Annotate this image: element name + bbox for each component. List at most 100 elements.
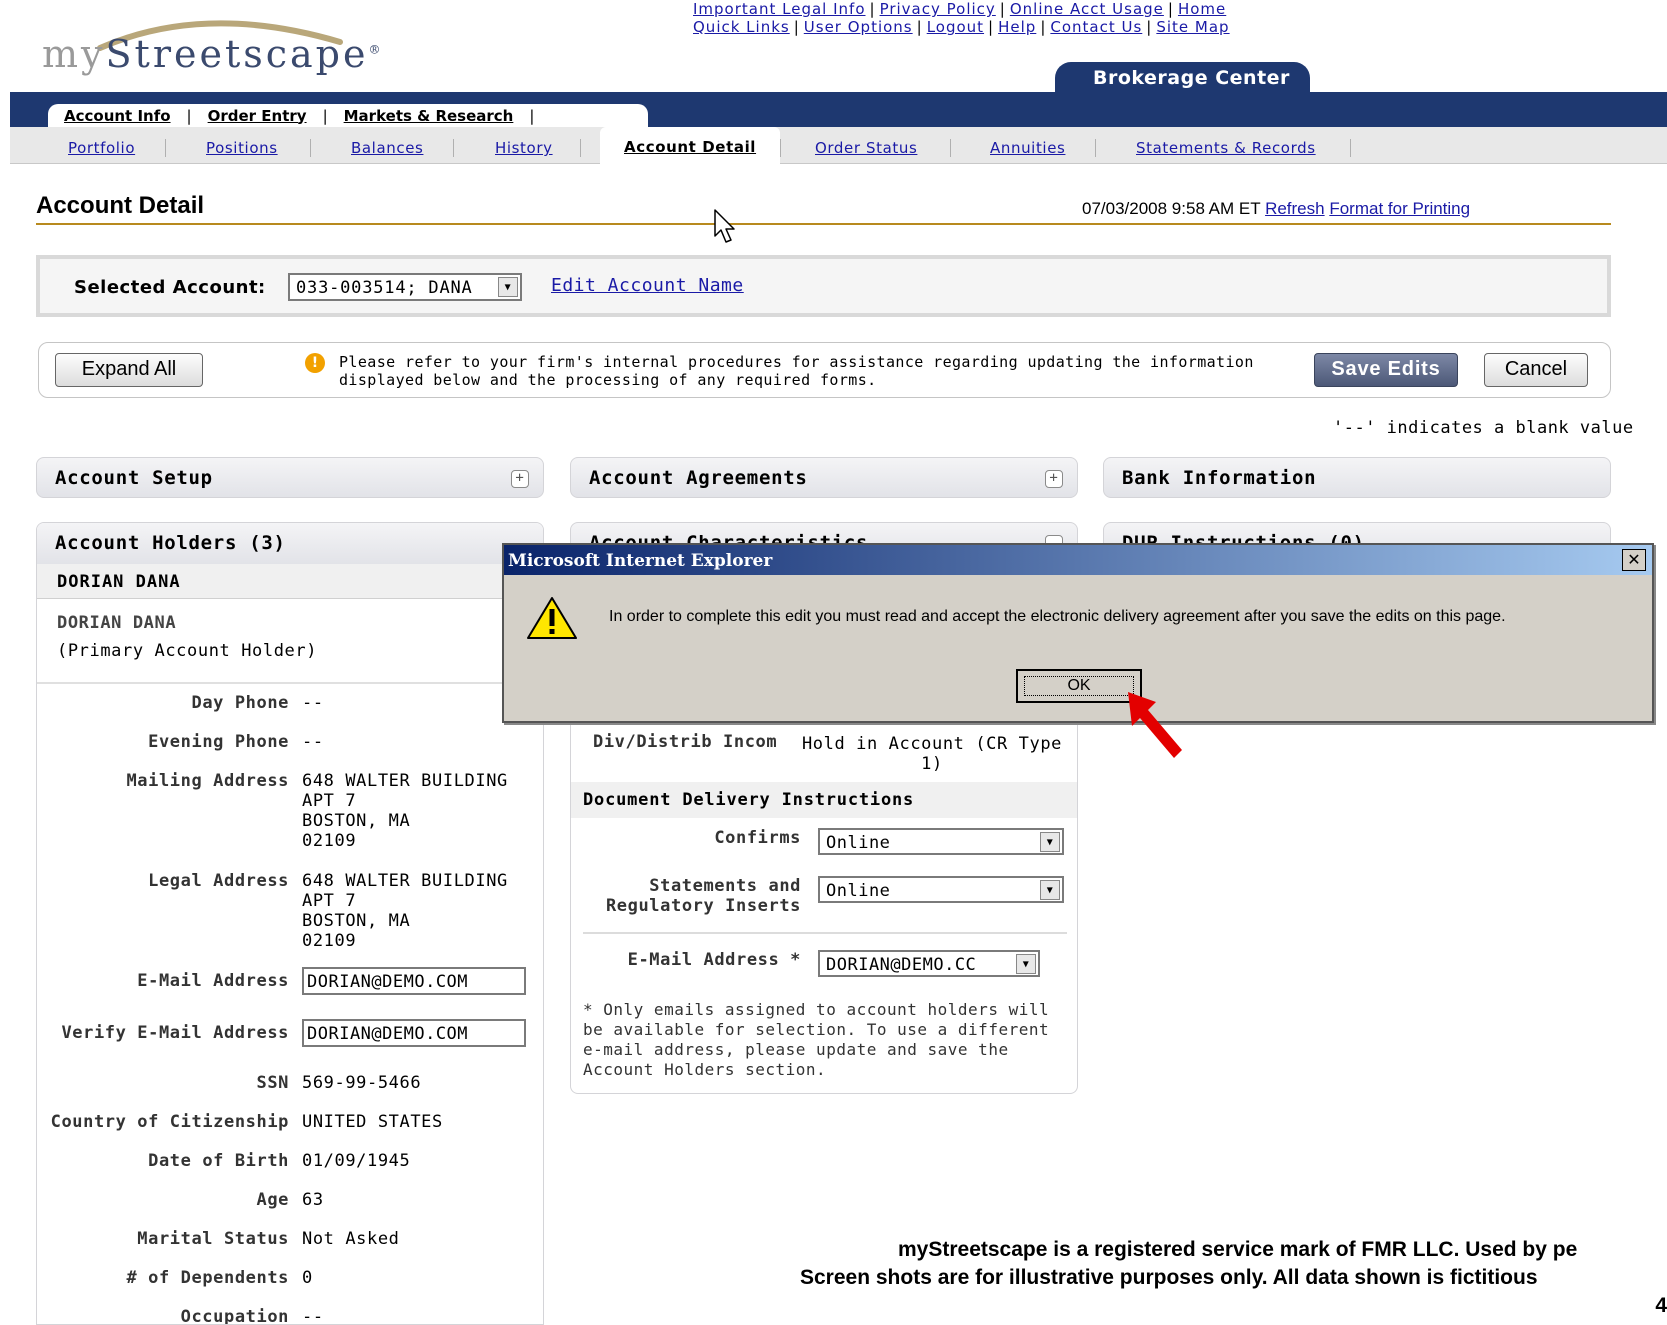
subtab-portfolio[interactable]: Portfolio: [68, 139, 135, 157]
cancel-button[interactable]: Cancel: [1484, 353, 1588, 387]
logo-my: my: [42, 32, 106, 76]
mailing-address-line4: 02109: [302, 831, 357, 851]
chevron-down-icon[interactable]: ▼: [1040, 880, 1060, 900]
expand-plus-icon[interactable]: +: [1045, 470, 1063, 488]
warning-icon: [527, 597, 577, 639]
subtab-history[interactable]: History: [495, 139, 553, 157]
refresh-link[interactable]: Refresh: [1265, 199, 1325, 218]
link-logout[interactable]: Logout: [927, 18, 984, 36]
subtab-positions[interactable]: Positions: [206, 139, 278, 157]
link-home[interactable]: Home: [1178, 0, 1226, 18]
chevron-down-icon[interactable]: ▼: [498, 277, 518, 297]
save-edits-button[interactable]: Save Edits: [1314, 353, 1458, 387]
close-icon[interactable]: ✕: [1622, 549, 1646, 571]
tab-account-info[interactable]: Account Info: [48, 107, 187, 125]
legal-address-value: 648 WALTER BUILDING APT 7 BOSTON, MA 021…: [302, 871, 508, 951]
link-quick-links[interactable]: Quick Links: [693, 18, 790, 36]
subtab-account-detail[interactable]: Account Detail: [600, 127, 781, 164]
age-value: 63: [302, 1190, 324, 1210]
tab-order-entry[interactable]: Order Entry: [192, 107, 323, 125]
edit-instructions: Please refer to your firm's internal pro…: [339, 353, 1254, 389]
mouse-cursor-icon: [714, 209, 735, 243]
link-online-acct-usage[interactable]: Online Acct Usage: [1010, 0, 1164, 18]
holder-name-header[interactable]: DORIAN DANA: [37, 564, 543, 599]
confirms-value: Online: [826, 833, 891, 853]
account-holders-panel: Account Holders (3) DORIAN DANA DORIAN D…: [36, 522, 544, 1325]
legal-address-line3: BOSTON, MA: [302, 911, 411, 931]
dependents-value: 0: [302, 1268, 313, 1288]
occupation-label: Occupation: [180, 1307, 289, 1325]
statements-select[interactable]: Online ▼: [818, 876, 1064, 903]
subnav-divider: [165, 139, 166, 157]
subnav-divider: [580, 139, 581, 157]
bank-information-title: Bank Information: [1122, 467, 1317, 489]
nav-separator: |: [529, 106, 535, 125]
focus-rect: [1024, 676, 1134, 696]
selected-account-select[interactable]: 033-003514; DANA ▼: [288, 273, 522, 301]
verify-email-label: Verify E-Mail Address: [61, 1023, 289, 1043]
dependents-label: # of Dependents: [126, 1268, 289, 1288]
day-phone-value: --: [302, 693, 324, 713]
format-printing-link[interactable]: Format for Printing: [1329, 199, 1470, 218]
confirms-label: Confirms: [714, 828, 801, 848]
logo[interactable]: myStreetscape®: [42, 32, 380, 76]
selected-account-label: Selected Account:: [74, 277, 266, 298]
brokerage-center-tab[interactable]: Brokerage Center: [1055, 62, 1310, 95]
account-agreements-panel[interactable]: Account Agreements +: [570, 457, 1078, 498]
link-privacy-policy[interactable]: Privacy Policy: [880, 0, 996, 18]
sub-nav: Portfolio Positions Balances History Acc…: [10, 127, 1667, 164]
holder-summary: DORIAN DANA (Primary Account Holder): [37, 599, 543, 684]
statements-label: Statements and Regulatory Inserts: [583, 876, 801, 916]
expand-all-button[interactable]: Expand All: [55, 353, 203, 387]
legal-address-line4: 02109: [302, 931, 357, 951]
div-distrib-value: Hold in Account (CR Type 1): [797, 734, 1067, 774]
subtab-order-status[interactable]: Order Status: [815, 139, 917, 157]
edit-account-name-link[interactable]: Edit Account Name: [551, 275, 744, 296]
logo-rest: Streetscape: [105, 32, 369, 76]
selected-account-box: Selected Account: 033-003514; DANA ▼ Edi…: [36, 255, 1611, 317]
edit-bar: Expand All ! Please refer to your firm's…: [38, 342, 1611, 398]
tab-markets-research[interactable]: Markets & Research: [328, 107, 530, 125]
ssn-value: 569-99-5466: [302, 1073, 422, 1093]
link-user-options[interactable]: User Options: [804, 18, 913, 36]
subnav-divider: [1350, 139, 1351, 157]
main-nav-tabs: Account Info | Order Entry | Markets & R…: [48, 104, 648, 127]
legal-address-line2: APT 7: [302, 891, 357, 911]
dob-value: 01/09/1945: [302, 1151, 411, 1171]
email-input[interactable]: DORIAN@DEMO.COM: [302, 967, 526, 995]
ssn-label: SSN: [256, 1073, 289, 1093]
link-help[interactable]: Help: [998, 18, 1036, 36]
subtab-statements-records[interactable]: Statements & Records: [1136, 139, 1316, 157]
chevron-down-icon[interactable]: ▼: [1016, 954, 1036, 974]
expand-plus-icon[interactable]: +: [511, 470, 529, 488]
bank-information-panel[interactable]: Bank Information: [1103, 457, 1611, 498]
char-email-select[interactable]: DORIAN@DEMO.CC ▼: [818, 950, 1040, 977]
mailing-address-line1: 648 WALTER BUILDING: [302, 771, 508, 791]
link-important-legal-info[interactable]: Important Legal Info: [693, 0, 866, 18]
selected-account-value: 033-003514; DANA: [296, 278, 473, 298]
subnav-divider: [310, 139, 311, 157]
timestamp: 07/03/2008 9:58 AM ET: [1082, 199, 1261, 218]
marital-value: Not Asked: [302, 1229, 400, 1249]
page-number: 4: [1655, 1294, 1667, 1317]
link-contact-us[interactable]: Contact Us: [1050, 18, 1142, 36]
section-divider: [583, 932, 1067, 934]
subtab-annuities[interactable]: Annuities: [990, 139, 1065, 157]
mailing-address-line2: APT 7: [302, 791, 357, 811]
chevron-down-icon[interactable]: ▼: [1040, 832, 1060, 852]
document-delivery-header: Document Delivery Instructions: [571, 782, 1077, 818]
confirms-select[interactable]: Online ▼: [818, 828, 1064, 855]
dob-label: Date of Birth: [148, 1151, 289, 1171]
account-setup-panel[interactable]: Account Setup +: [36, 457, 544, 498]
verify-email-input[interactable]: DORIAN@DEMO.COM: [302, 1019, 526, 1047]
link-site-map[interactable]: Site Map: [1156, 18, 1229, 36]
holder-role: (Primary Account Holder): [57, 641, 318, 661]
subnav-divider: [1095, 139, 1096, 157]
ok-button[interactable]: OK: [1016, 669, 1142, 703]
email-selection-note: * Only emails assigned to account holder…: [583, 1000, 1050, 1079]
citizenship-label: Country of Citizenship: [50, 1112, 289, 1132]
day-phone-label: Day Phone: [191, 693, 289, 713]
div-distrib-value-line1: Hold in Account (CR Type: [801, 734, 1063, 754]
subtab-balances[interactable]: Balances: [351, 139, 423, 157]
evening-phone-value: --: [302, 732, 324, 752]
